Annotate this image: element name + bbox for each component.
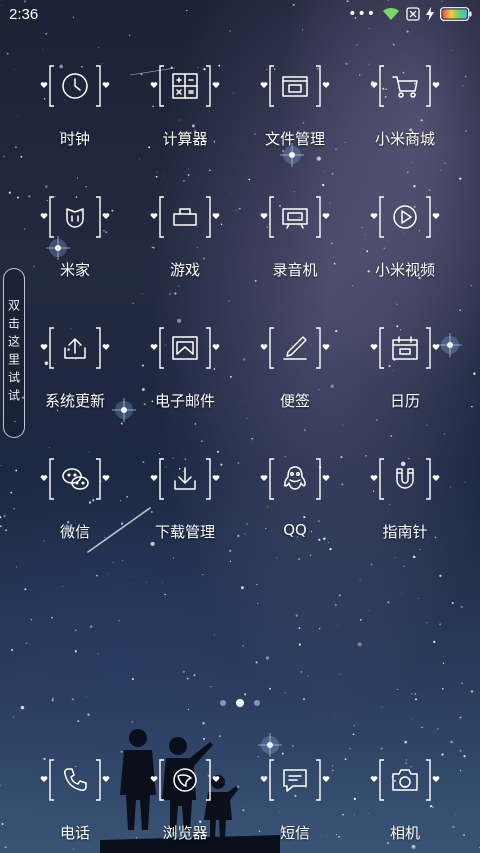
- bracket-heart-frame-icon: [370, 196, 440, 238]
- bracket-heart-frame-icon: [260, 65, 330, 107]
- page-dot[interactable]: [254, 700, 260, 706]
- bracket-heart-frame-icon: [150, 196, 220, 238]
- app-mijia[interactable]: 米家: [20, 189, 130, 320]
- app-email[interactable]: 电子邮件: [130, 320, 240, 451]
- more-dots-icon: •••: [348, 6, 376, 22]
- app-label: 计算器: [162, 130, 208, 148]
- bracket-heart-frame-icon: [150, 65, 220, 107]
- bracket-heart-frame-icon: [370, 759, 440, 801]
- app-label: 日历: [389, 392, 420, 410]
- app-label: 游戏: [169, 261, 200, 279]
- bracket-heart-frame-icon: [150, 458, 220, 500]
- dock: 电话 浏览器 短信 相机: [20, 752, 460, 843]
- app-label: QQ: [283, 521, 307, 539]
- app-mi-video[interactable]: 小米视频: [350, 189, 460, 320]
- app-recorder[interactable]: 录音机: [240, 189, 350, 320]
- app-game[interactable]: 游戏: [130, 189, 240, 320]
- app-label: 小米视频: [374, 261, 435, 279]
- app-label: 微信: [59, 523, 90, 541]
- bracket-heart-frame-icon: [150, 759, 220, 801]
- app-label: 短信: [279, 824, 310, 842]
- app-label: 电话: [59, 824, 90, 842]
- app-label: 浏览器: [162, 824, 208, 842]
- bracket-heart-frame-icon: [370, 458, 440, 500]
- app-calendar[interactable]: 日历: [350, 320, 460, 451]
- app-notes[interactable]: 便签: [240, 320, 350, 451]
- app-qq[interactable]: QQ: [240, 451, 350, 582]
- app-label: 电子邮件: [154, 392, 215, 410]
- bracket-heart-frame-icon: [40, 759, 110, 801]
- wifi-icon: [383, 7, 399, 20]
- app-wechat[interactable]: 微信: [20, 451, 130, 582]
- app-label: 指南针: [382, 523, 428, 541]
- bracket-heart-frame-icon: [150, 327, 220, 369]
- dock-browser[interactable]: 浏览器: [130, 752, 240, 843]
- battery-icon: [440, 7, 472, 21]
- app-label: 系统更新: [44, 392, 105, 410]
- app-label: 相机: [389, 824, 420, 842]
- app-label: 文件管理: [264, 130, 325, 148]
- bracket-heart-frame-icon: [40, 458, 110, 500]
- app-grid: 时钟 计算器 文件管理 小米商城 米家 游戏 录音机 小米视频 系统更新 电子邮…: [20, 58, 460, 582]
- dock-phone[interactable]: 电话: [20, 752, 130, 843]
- app-mi-store[interactable]: 小米商城: [350, 58, 460, 189]
- dock-camera[interactable]: 相机: [350, 752, 460, 843]
- status-time: 2:36: [9, 5, 39, 23]
- status-bar: 2:36 •••: [0, 0, 480, 28]
- app-clock[interactable]: 时钟: [20, 58, 130, 189]
- app-label: 下载管理: [154, 523, 215, 541]
- bracket-heart-frame-icon: [40, 65, 110, 107]
- bracket-heart-frame-icon: [370, 65, 440, 107]
- app-label: 小米商城: [374, 130, 435, 148]
- bracket-heart-frame-icon: [260, 327, 330, 369]
- app-label: 录音机: [272, 261, 318, 279]
- bracket-heart-frame-icon: [260, 196, 330, 238]
- app-calculator[interactable]: 计算器: [130, 58, 240, 189]
- sim-off-icon: [406, 7, 420, 21]
- app-download-manager[interactable]: 下载管理: [130, 451, 240, 582]
- bracket-heart-frame-icon: [370, 327, 440, 369]
- bracket-heart-frame-icon: [260, 759, 330, 801]
- bracket-heart-frame-icon: [40, 327, 110, 369]
- page-dot[interactable]: [220, 700, 226, 706]
- page-indicator[interactable]: [0, 699, 480, 707]
- page-dot-active[interactable]: [236, 699, 244, 707]
- bracket-heart-frame-icon: [260, 458, 330, 500]
- app-file-manager[interactable]: 文件管理: [240, 58, 350, 189]
- charging-bolt-icon: [426, 7, 434, 21]
- bracket-heart-frame-icon: [40, 196, 110, 238]
- app-label: 时钟: [59, 130, 90, 148]
- app-system-update[interactable]: 系统更新: [20, 320, 130, 451]
- app-compass[interactable]: 指南针: [350, 451, 460, 582]
- dock-messages[interactable]: 短信: [240, 752, 350, 843]
- app-label: 米家: [59, 261, 90, 279]
- app-label: 便签: [279, 392, 310, 410]
